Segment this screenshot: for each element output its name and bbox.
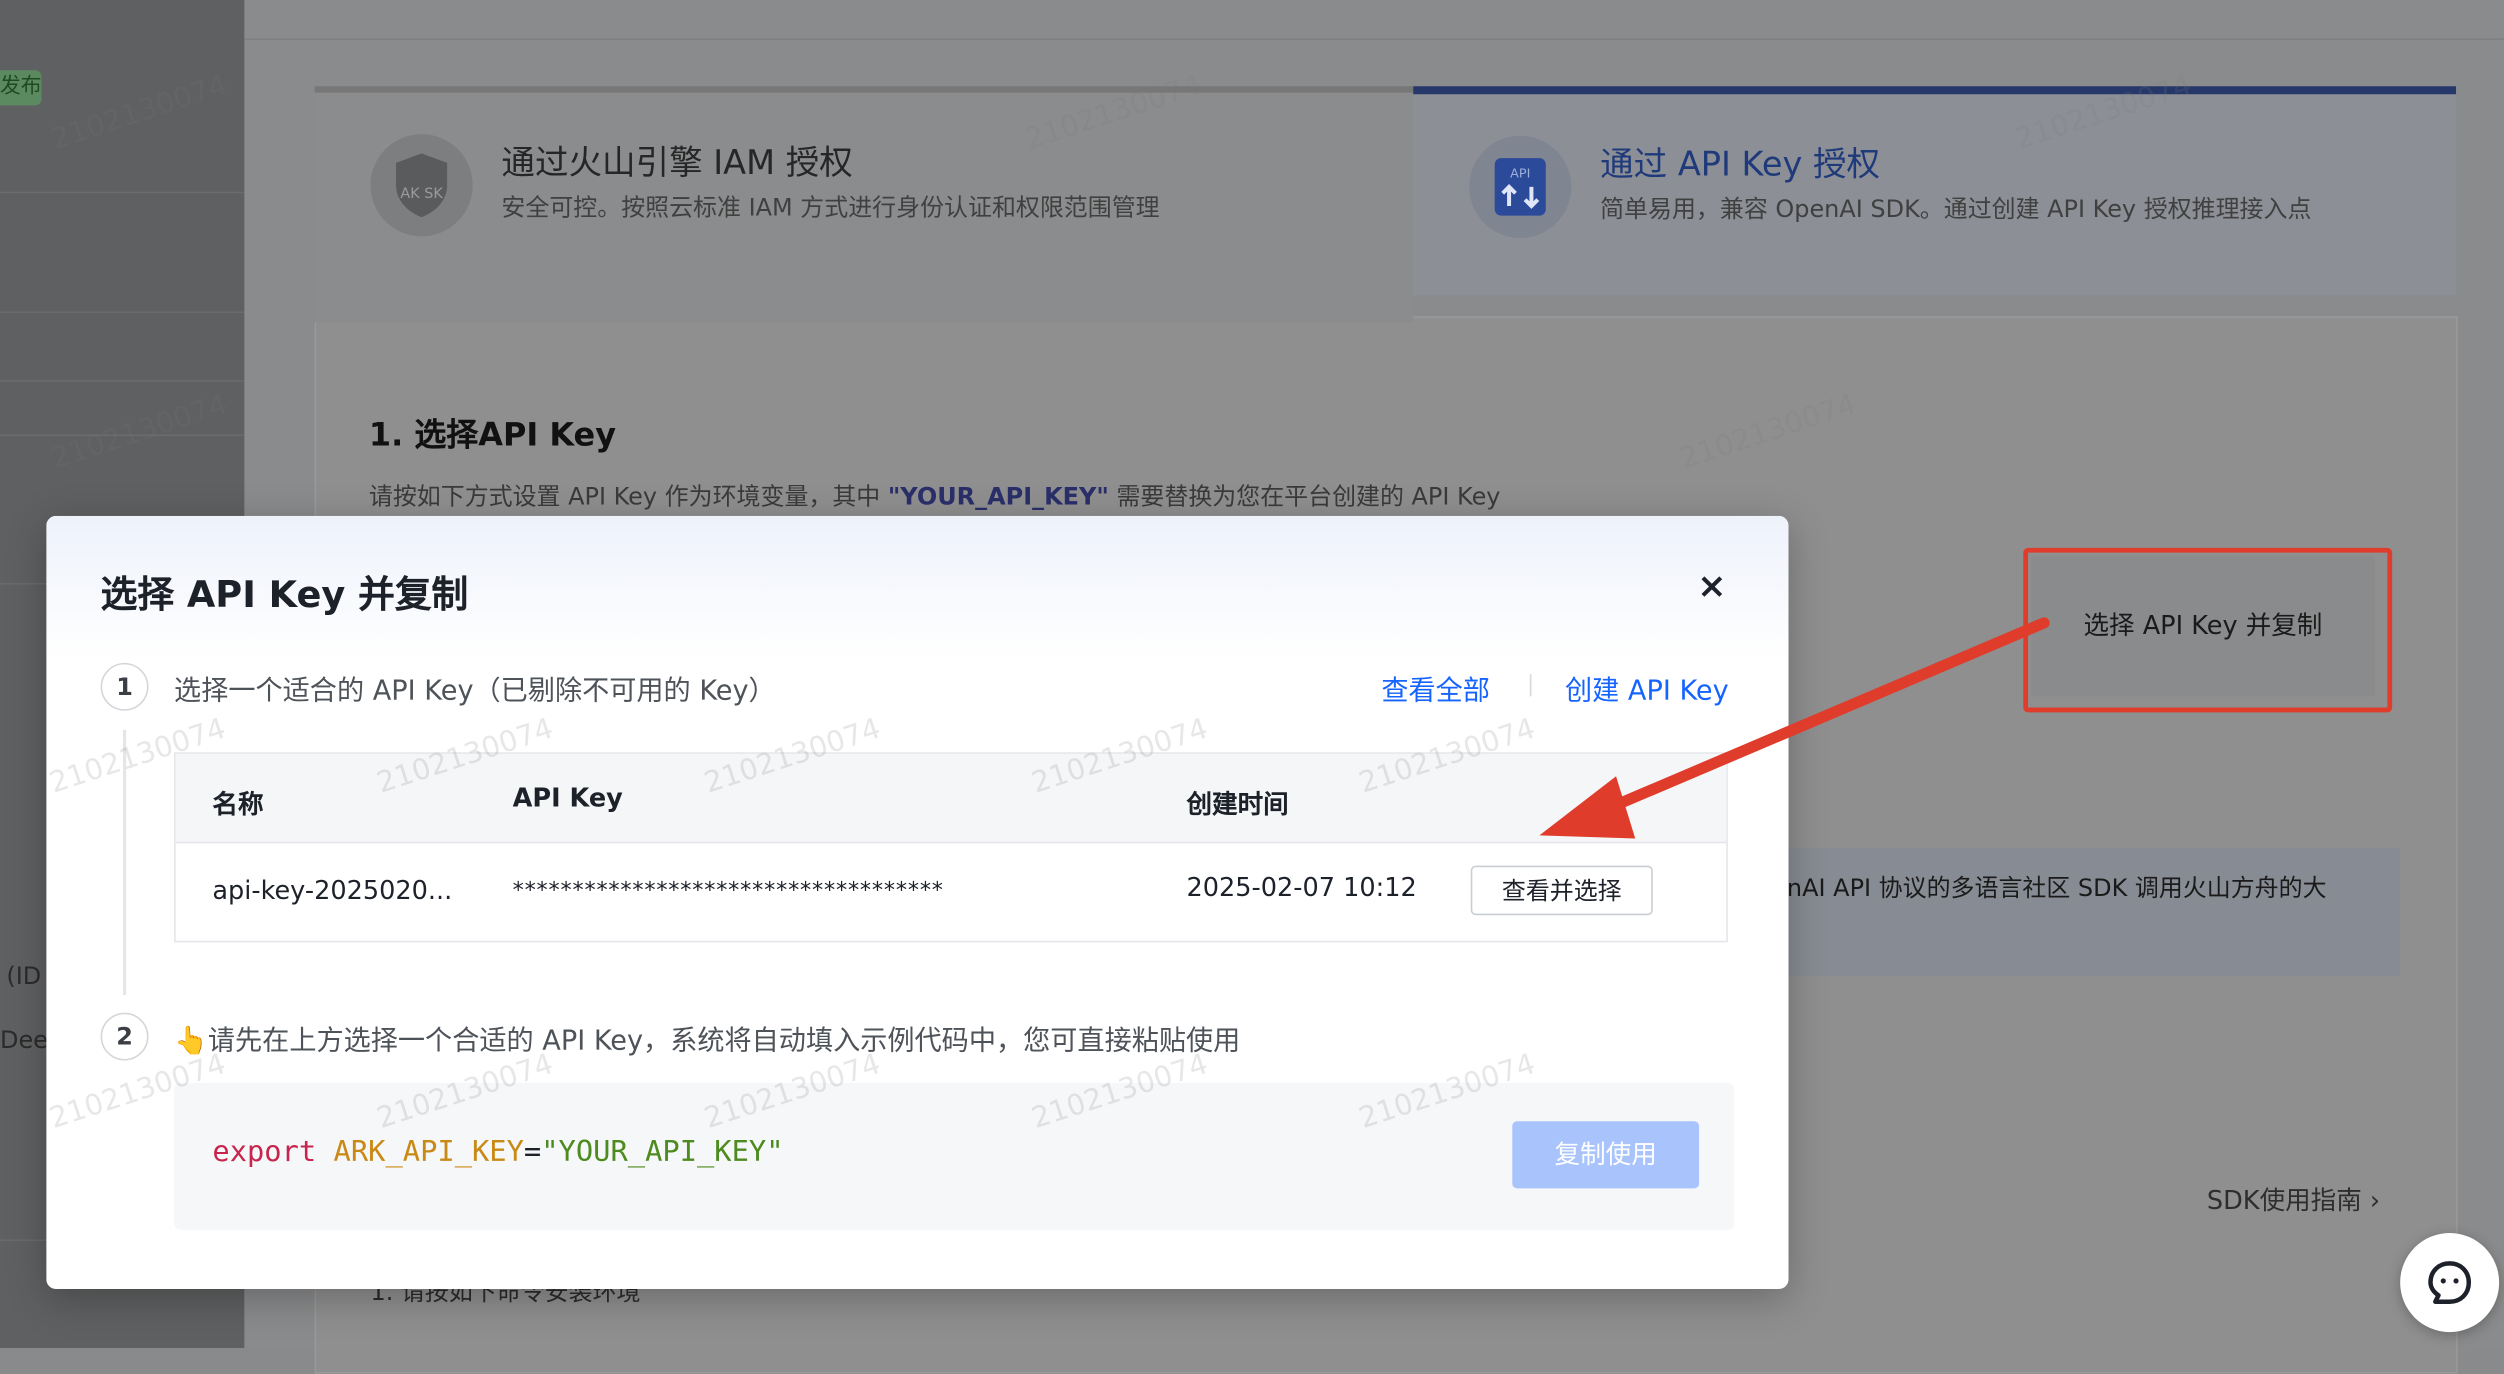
chat-support-icon: [2428, 1261, 2472, 1304]
annotation-arrow-icon: [1539, 617, 2050, 839]
customer-service-button[interactable]: [2400, 1233, 2500, 1333]
